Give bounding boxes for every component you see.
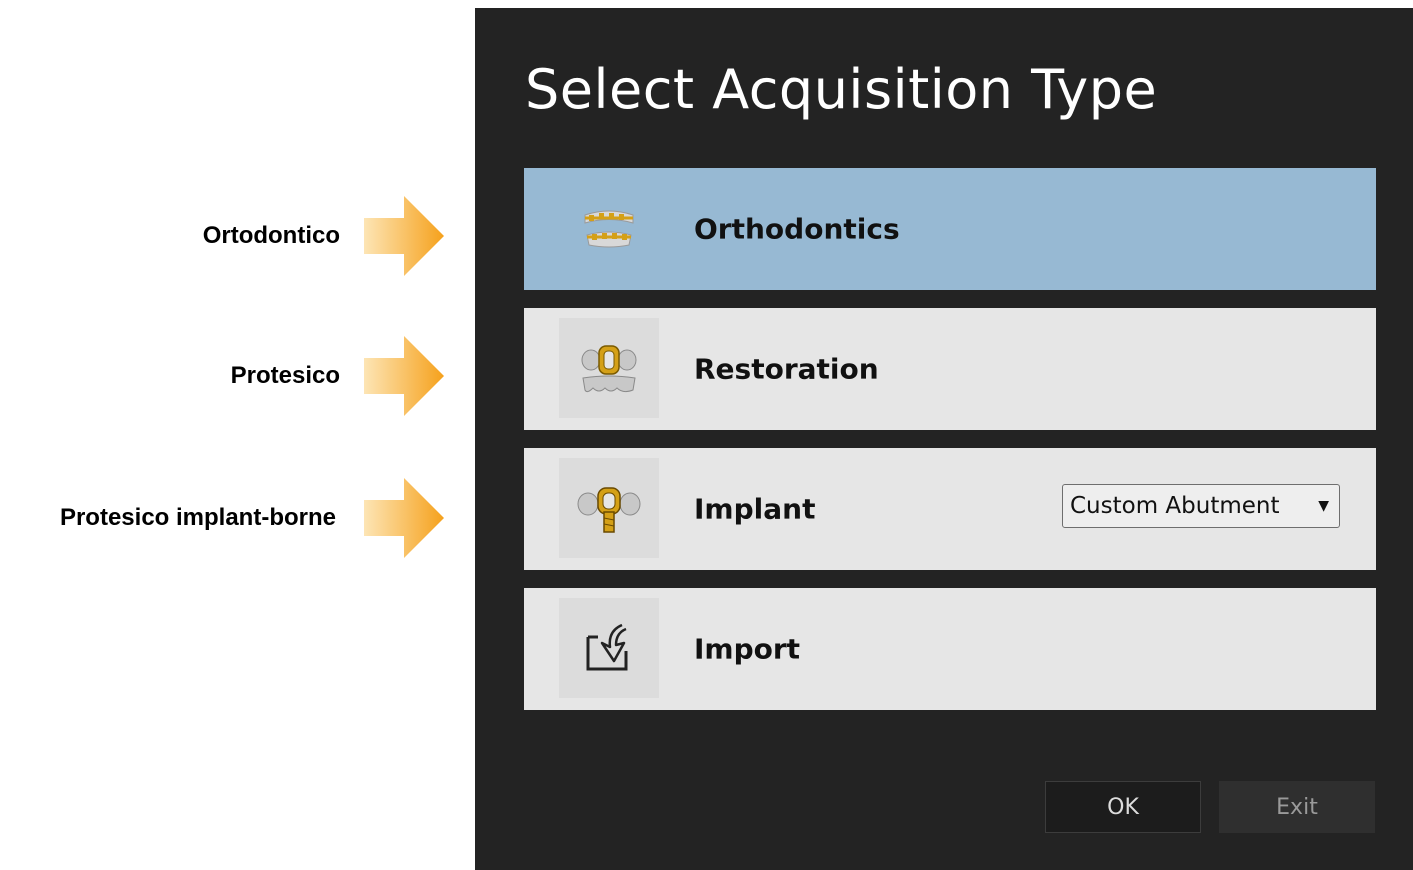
restoration-crown-icon [559,318,659,418]
option-label: Implant [694,492,816,526]
ok-button[interactable]: OK [1045,781,1201,833]
abutment-type-dropdown[interactable]: Custom Abutment ▼ [1062,484,1340,528]
dropdown-value: Custom Abutment [1070,493,1280,519]
annotation-label: Protesico [230,362,340,389]
chevron-down-icon: ▼ [1318,498,1329,514]
arrow-right-icon [364,478,444,558]
annotation-restoration: Protesico [0,336,445,416]
annotation-label: Protesico implant-borne [59,504,336,531]
option-label: Restoration [694,352,879,386]
option-implant[interactable]: Implant Custom Abutment ▼ [524,448,1376,570]
arrow-right-icon [364,336,444,416]
option-restoration[interactable]: Restoration [524,308,1376,430]
option-import[interactable]: Import [524,588,1376,710]
acquisition-type-dialog: Select Acquisition Type Orthodontics Res… [475,8,1413,870]
dialog-title: Select Acquisition Type [525,58,1158,121]
implant-abutment-icon [559,458,659,558]
option-label: Orthodontics [694,212,900,246]
annotation-orthodontics: Ortodontico [0,196,445,276]
orthodontics-braces-icon [559,178,659,278]
exit-button[interactable]: Exit [1219,781,1375,833]
annotation-implant: Protesico implant-borne [0,478,445,558]
option-label: Import [694,632,801,666]
import-arrow-icon [559,598,659,698]
arrow-right-icon [364,196,444,276]
annotation-label: Ortodontico [202,222,340,249]
option-orthodontics[interactable]: Orthodontics [524,168,1376,290]
